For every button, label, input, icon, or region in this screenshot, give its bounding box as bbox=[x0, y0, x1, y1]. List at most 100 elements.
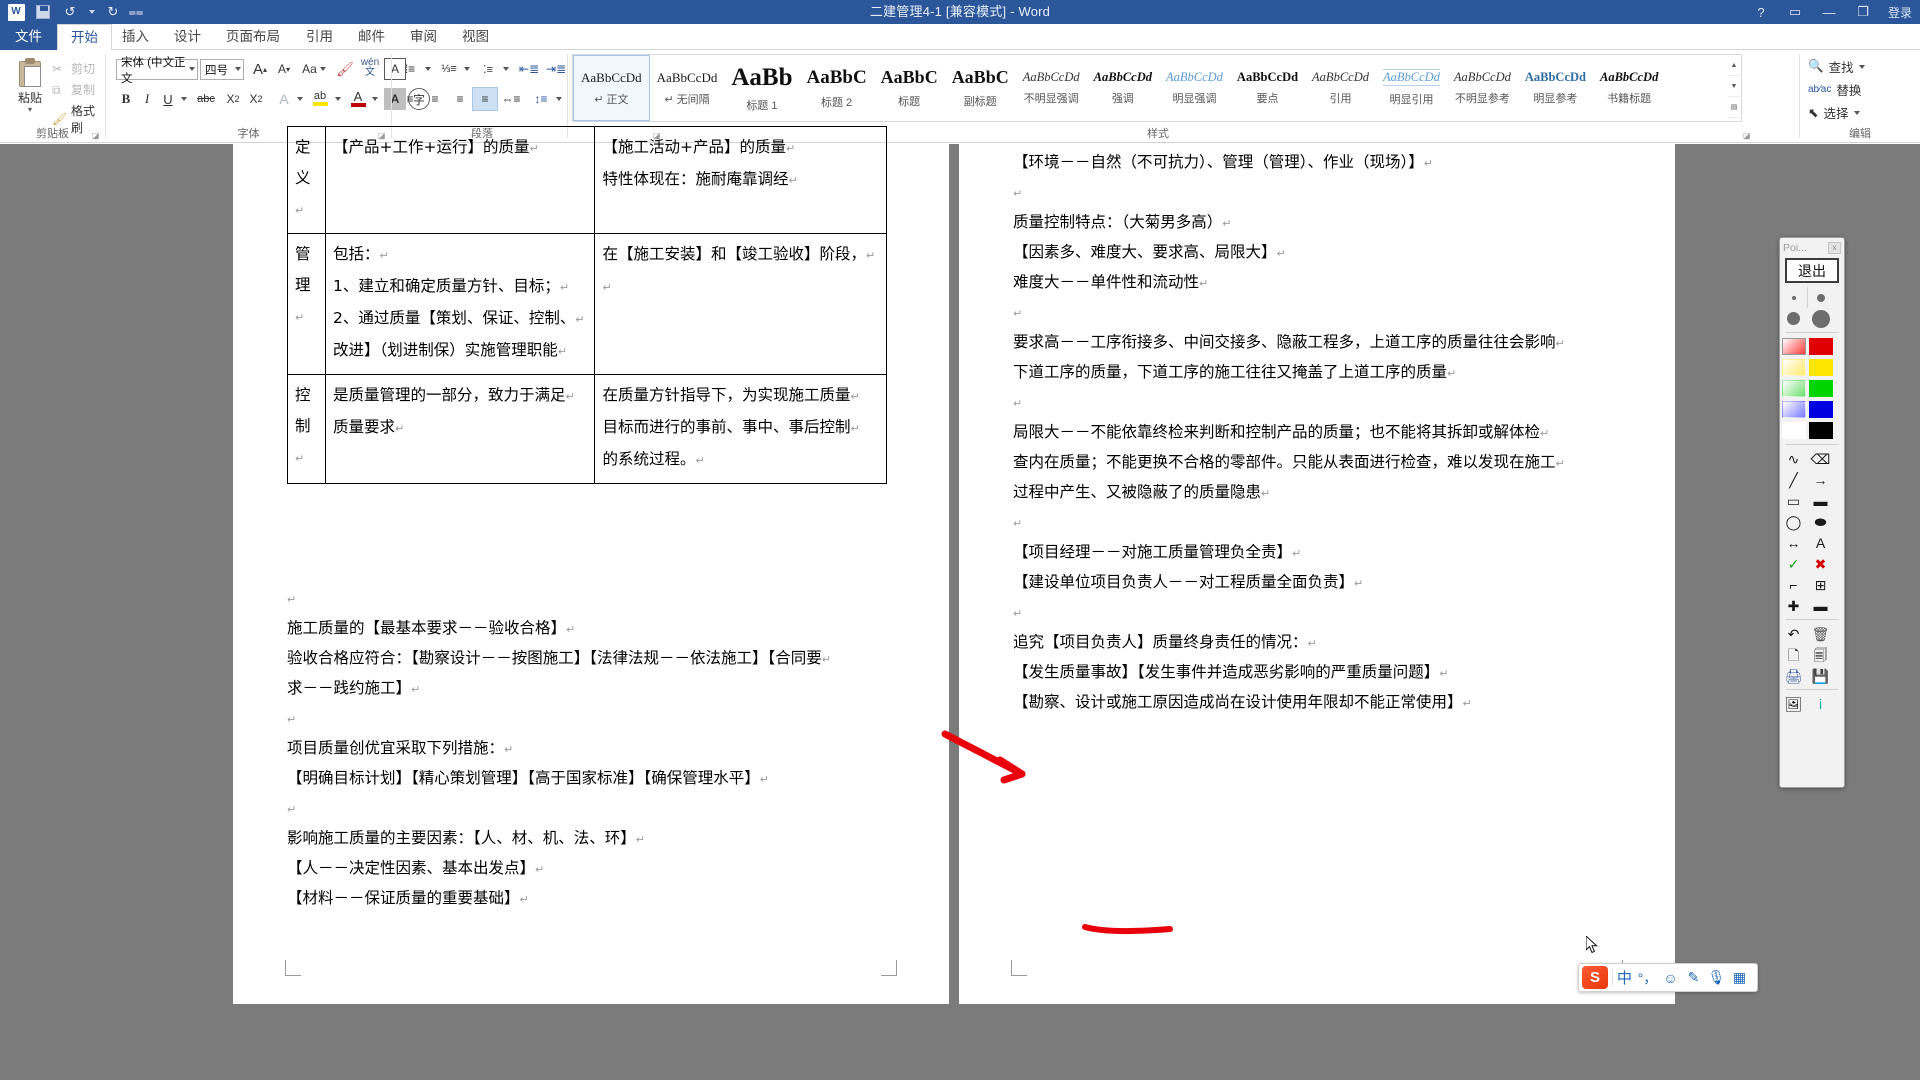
eraser-icon[interactable]: ⌫ bbox=[1807, 448, 1834, 469]
save-icon[interactable]: 💾 bbox=[1807, 665, 1834, 686]
shrink-font-button[interactable]: A ▾ bbox=[273, 58, 295, 80]
arrow-icon[interactable]: → bbox=[1807, 469, 1834, 490]
styles-scroll-up-icon[interactable]: ▲ bbox=[1728, 55, 1740, 76]
color-green-gradient-button[interactable] bbox=[1780, 378, 1807, 399]
numbering-icon[interactable]: ⅓≡ bbox=[437, 58, 461, 80]
style-item-5[interactable]: AaBbC 副标题 bbox=[945, 55, 1016, 121]
tab-file[interactable]: 文件 bbox=[0, 24, 57, 50]
align-left-icon[interactable]: ≡ bbox=[398, 88, 422, 110]
phonetic-guide-icon[interactable]: wén 文 bbox=[358, 56, 382, 80]
rectangle-outline-icon[interactable]: ▭ bbox=[1780, 490, 1807, 511]
sogou-logo-icon[interactable]: S bbox=[1582, 966, 1608, 989]
color-yellow-button[interactable] bbox=[1807, 357, 1834, 378]
bullets-chevron-down-icon[interactable] bbox=[422, 58, 434, 80]
document-page-left[interactable]: 定义↵ 【产品+工作+运行】的质量↵ 【施工活动+产品】的质量↵ 特性体现在：施耐庵靠… bbox=[233, 126, 949, 1004]
paste-dropdown-icon[interactable]: ▾ bbox=[6, 106, 54, 114]
strikethrough-button[interactable]: abc bbox=[193, 88, 219, 110]
change-case-button[interactable]: Aa bbox=[301, 58, 327, 80]
minimize-button[interactable]: — bbox=[1812, 0, 1846, 24]
color-black-button[interactable] bbox=[1807, 420, 1834, 441]
paragraph[interactable]: 【环境－－自然（不可抗力）、管理（管理）、作业（现场）】↵ bbox=[1013, 144, 1433, 182]
find-button[interactable]: 🔍 查找 bbox=[1808, 57, 1865, 76]
font-name-chevron-down-icon[interactable] bbox=[189, 67, 195, 71]
table-row[interactable]: 控制↵ 是质量管理的一部分，致力于满足↵ 质量要求↵ 在质量方针指导下，为实现施工质量… bbox=[287, 374, 887, 484]
line-spacing-chevron-down-icon[interactable] bbox=[553, 88, 565, 110]
tab-2[interactable]: 插入 bbox=[109, 24, 162, 50]
multilevel-chevron-down-icon[interactable] bbox=[500, 58, 512, 80]
styles-gallery[interactable]: AaBbCcDd ↵ 正文 AaBbCcDd ↵ 无间隔 AaBb 标题 1 AaBbC 标题… bbox=[572, 54, 1740, 122]
paragraph[interactable]: 下道工序的质量，下道工序的施工往往又掩盖了上道工序的质量↵ bbox=[1013, 354, 1456, 392]
style-item-14[interactable]: AaBbCcDd 书籍标题 bbox=[1593, 55, 1665, 121]
style-item-3[interactable]: AaBbC 标题 2 bbox=[799, 55, 873, 121]
double-arrow-icon[interactable]: ↔ bbox=[1780, 532, 1807, 553]
tab-4[interactable]: 页面布局 bbox=[213, 24, 293, 50]
quality-comparison-table[interactable]: 定义↵ 【产品+工作+运行】的质量↵ 【施工活动+产品】的质量↵ 特性体现在：施耐庵靠… bbox=[287, 126, 887, 484]
magnify-icon[interactable]: ⊞ bbox=[1807, 574, 1834, 595]
paragraph[interactable]: 求－－践约施工】↵ bbox=[287, 670, 420, 708]
zoom-in-icon[interactable]: ✚ bbox=[1780, 595, 1807, 616]
text-effects-chevron-down-icon[interactable] bbox=[294, 88, 306, 110]
paragraph[interactable]: 【明确目标计划】【精心策划管理】【高于国家标准】【确保管理水平】↵ bbox=[287, 760, 769, 798]
font-color-chevron-down-icon[interactable] bbox=[369, 88, 381, 110]
ellipse-outline-icon[interactable]: ◯ bbox=[1780, 511, 1807, 532]
table-cell-col2[interactable]: 包括：↵ 1、建立和确定质量方针、目标；↵ 2、通过质量【策划、保证、控制、↵ 改进】… bbox=[324, 233, 596, 375]
style-item-7[interactable]: AaBbCcDd 强调 bbox=[1087, 55, 1159, 121]
styles-scroll-down-icon[interactable]: ▼ bbox=[1728, 76, 1740, 97]
style-item-10[interactable]: AaBbCcDd 引用 bbox=[1305, 55, 1376, 121]
replace-button[interactable]: ab⁄ac 替换 bbox=[1808, 80, 1861, 99]
table-row-label[interactable]: 定义↵ bbox=[287, 126, 326, 234]
font-size-chevron-down-icon[interactable] bbox=[235, 67, 241, 71]
document-page-right[interactable]: 【环境－－自然（不可抗力）、管理（管理）、作业（现场）】↵ ↵ 质量控制特点：（大菊… bbox=[959, 144, 1675, 1004]
crop-icon[interactable]: ⌐ bbox=[1780, 574, 1807, 595]
color-blue-button[interactable] bbox=[1807, 399, 1834, 420]
ime-pen-icon[interactable]: ✎ bbox=[1682, 966, 1705, 989]
screenshot-icon[interactable]: 🖼 bbox=[1780, 693, 1807, 714]
underline-button[interactable]: U bbox=[158, 88, 178, 110]
cross-icon[interactable]: ✖ bbox=[1807, 553, 1834, 574]
clipboard-dialog-launcher[interactable]: ◪ bbox=[92, 131, 101, 140]
table-row-label[interactable]: 控制↵ bbox=[287, 374, 326, 484]
table-row[interactable]: 管理↵ 包括：↵ 1、建立和确定质量方针、目标；↵ 2、通过质量【策划、保证、控制、↵… bbox=[287, 233, 887, 375]
undo-icon[interactable]: ↶ bbox=[1780, 623, 1807, 644]
select-button[interactable]: ⬉ 选择 bbox=[1808, 103, 1860, 122]
pen-toolbar-close-icon[interactable]: x bbox=[1828, 241, 1841, 254]
delete-icon[interactable]: 🗑 bbox=[1807, 623, 1834, 644]
bold-button[interactable]: B bbox=[116, 88, 136, 110]
ime-microphone-icon[interactable]: 🎙 bbox=[1705, 966, 1728, 989]
pen-icon[interactable]: ∿ bbox=[1780, 448, 1807, 469]
color-white-button[interactable] bbox=[1780, 420, 1807, 441]
pen-size-large-button[interactable] bbox=[1807, 308, 1834, 329]
line-icon[interactable]: ╱ bbox=[1780, 469, 1807, 490]
style-item-9[interactable]: AaBbCcDd 要点 bbox=[1230, 55, 1305, 121]
color-red-button[interactable] bbox=[1807, 336, 1834, 357]
rectangle-filled-icon[interactable]: ▬ bbox=[1807, 490, 1834, 511]
underline-chevron-down-icon[interactable] bbox=[178, 88, 190, 110]
color-yellow-gradient-button[interactable] bbox=[1780, 357, 1807, 378]
copy-icon[interactable]: 🗐 bbox=[1807, 644, 1834, 665]
justify-icon[interactable]: ≡ bbox=[472, 87, 498, 111]
document-canvas[interactable]: 定义↵ 【产品+工作+运行】的质量↵ 【施工活动+产品】的质量↵ 特性体现在：施耐庵靠… bbox=[0, 126, 1920, 1080]
multilevel-list-icon[interactable]: ⁚≡ bbox=[476, 58, 500, 80]
styles-dialog-launcher[interactable]: ◪ bbox=[1743, 131, 1752, 140]
help-button[interactable]: ? bbox=[1744, 0, 1778, 24]
text-icon[interactable]: A bbox=[1807, 532, 1834, 553]
color-blue-gradient-button[interactable] bbox=[1780, 399, 1807, 420]
highlight-chevron-down-icon[interactable] bbox=[332, 88, 344, 110]
table-cell-col3[interactable]: 在【施工安装】和【竣工验收】阶段，↵ ↵ bbox=[594, 233, 887, 375]
pen-size-small-button[interactable] bbox=[1807, 287, 1834, 308]
table-cell-col3[interactable]: 在质量方针指导下，为实现施工质量↵ 目标而进行的事前、事中、事后控制↵ 的系统过程。… bbox=[594, 374, 887, 484]
tab-1[interactable]: 开始 bbox=[57, 24, 112, 50]
table-row-label[interactable]: 管理↵ bbox=[287, 233, 326, 375]
color-red-gradient-button[interactable] bbox=[1780, 336, 1807, 357]
tab-8[interactable]: 视图 bbox=[449, 24, 502, 50]
paste-button[interactable]: 粘贴 ▾ bbox=[6, 56, 54, 122]
ime-emoji-icon[interactable]: ☺ bbox=[1659, 966, 1682, 989]
align-center-icon[interactable]: ≡ bbox=[423, 88, 447, 110]
text-effects-icon[interactable]: A bbox=[274, 88, 294, 110]
font-size-input[interactable]: 四号 bbox=[200, 59, 244, 80]
check-icon[interactable]: ✓ bbox=[1780, 553, 1807, 574]
ribbon-display-options-button[interactable]: ▭ bbox=[1778, 0, 1812, 24]
style-item-12[interactable]: AaBbCcDd 不明显参考 bbox=[1447, 55, 1518, 121]
font-color-icon[interactable]: A bbox=[347, 86, 369, 110]
style-item-4[interactable]: AaBbC 标题 bbox=[874, 55, 945, 121]
